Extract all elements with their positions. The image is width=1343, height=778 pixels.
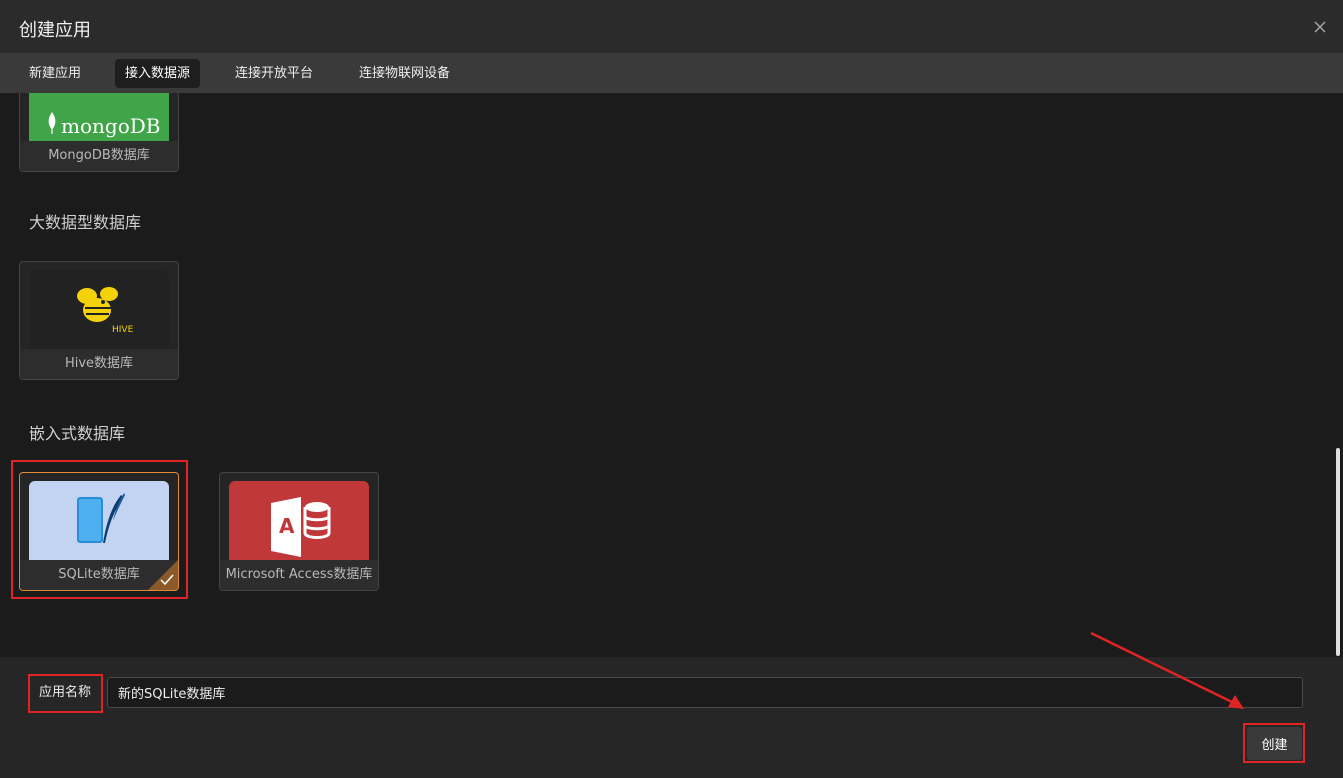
- close-icon[interactable]: [1313, 20, 1327, 34]
- card-hive[interactable]: HIVE Hive数据库: [19, 261, 179, 380]
- scrollbar[interactable]: [1336, 448, 1340, 656]
- mongodb-logo: mongoDB: [29, 93, 169, 142]
- card-label: MongoDB数据库: [20, 141, 178, 171]
- tab-data-source[interactable]: 接入数据源: [115, 59, 201, 88]
- card-label: Microsoft Access数据库: [220, 560, 378, 590]
- tab-open-platform[interactable]: 连接开放平台: [225, 59, 323, 88]
- footer-panel: [0, 657, 1343, 778]
- create-button[interactable]: 创建: [1247, 727, 1302, 760]
- tab-iot-device[interactable]: 连接物联网设备: [349, 59, 460, 88]
- hive-logo-text: HIVE: [112, 325, 134, 335]
- tab-new-app[interactable]: 新建应用: [19, 59, 91, 88]
- tab-bar: 新建应用 接入数据源 连接开放平台 连接物联网设备: [0, 53, 1343, 93]
- data-source-list[interactable]: mongoDB MongoDB数据库 大数据型数据库 HIVE Hive数据库 …: [0, 93, 1343, 657]
- app-name-input[interactable]: [107, 677, 1303, 708]
- mongodb-logo-text: mongoDB: [61, 114, 161, 138]
- card-label: Hive数据库: [20, 349, 178, 379]
- card-sqlite[interactable]: SQLite数据库: [19, 472, 179, 591]
- section-title-embedded: 嵌入式数据库: [29, 424, 126, 443]
- app-name-label: 应用名称: [39, 685, 92, 700]
- dialog-title-bar: 创建应用: [0, 0, 1343, 53]
- hive-logo: HIVE: [29, 270, 169, 350]
- section-title-bigdata: 大数据型数据库: [29, 213, 142, 232]
- card-mongodb[interactable]: mongoDB MongoDB数据库: [19, 93, 179, 172]
- card-access[interactable]: A Microsoft Access数据库: [219, 472, 379, 591]
- access-logo-letter: A: [279, 514, 295, 538]
- checkmark-icon: [160, 574, 174, 586]
- dialog-title: 创建应用: [19, 20, 91, 41]
- sqlite-logo: [29, 481, 169, 561]
- access-logo: A: [229, 481, 369, 561]
